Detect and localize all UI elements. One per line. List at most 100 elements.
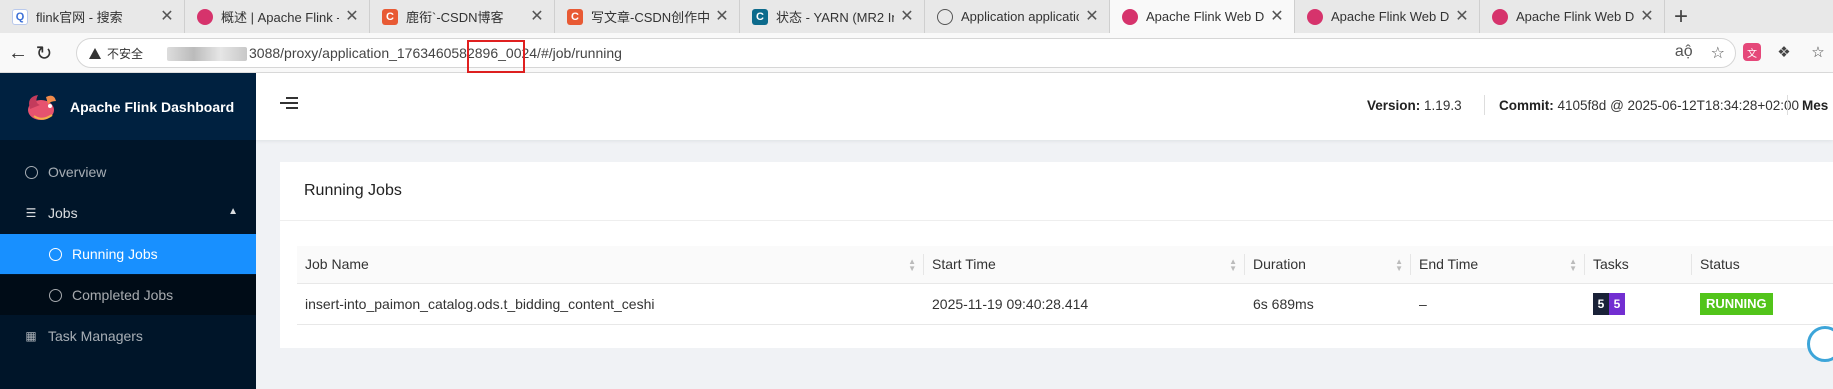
sidebar-item-label: Overview bbox=[48, 164, 107, 180]
column-label: Tasks bbox=[1593, 256, 1629, 273]
browser-tab[interactable]: Apache Flink Web Dash ✕ bbox=[1295, 0, 1480, 33]
close-icon[interactable]: ✕ bbox=[343, 7, 361, 25]
column-header-end-time[interactable]: End Time ▲ ▼ bbox=[1411, 246, 1585, 284]
tab-title: flink官网 - 搜索 bbox=[36, 10, 123, 25]
browser-tab-strip: Qflink官网 - 搜索 ✕ 概述 | Apache Flink --- ✕ C 鹿衔… bbox=[0, 0, 1833, 33]
translate-extension-icon[interactable]: 文 bbox=[1743, 43, 1761, 61]
sort-icon[interactable]: ▲ ▼ bbox=[1569, 258, 1577, 273]
close-icon[interactable]: ✕ bbox=[1638, 7, 1656, 25]
column-header-job-name[interactable]: Job Name ▲ ▼ bbox=[297, 246, 924, 284]
extensions-puzzle-icon[interactable]: ❖ bbox=[1772, 40, 1796, 64]
browser-tab[interactable]: Qflink官网 - 搜索 ✕ bbox=[0, 0, 185, 33]
new-tab-plus-icon[interactable]: + bbox=[1665, 0, 1697, 33]
tab-title: Apache Flink Web Dash bbox=[1516, 9, 1634, 24]
sort-icon[interactable]: ▲ ▼ bbox=[1395, 258, 1403, 273]
running-jobs-table: Job Name ▲ ▼ Start Time ▲ ▼ Duration ▲ ▼ End T… bbox=[297, 246, 1833, 325]
column-label: End Time bbox=[1419, 256, 1479, 273]
message-label: Mes bbox=[1802, 98, 1829, 113]
url-annotation-box bbox=[467, 40, 525, 73]
browser-tab[interactable]: Application application ✕ bbox=[925, 0, 1110, 33]
sidebar-item-label: Running Jobs bbox=[72, 246, 158, 262]
tab-title: Apache Flink Web Dash bbox=[1146, 9, 1264, 24]
column-header-tasks: Tasks bbox=[1585, 246, 1692, 284]
task-running-badge: 5 bbox=[1609, 292, 1625, 315]
close-icon[interactable]: ✕ bbox=[528, 7, 546, 25]
address-bar[interactable]: 不安全 3088/proxy/application_1763460582896… bbox=[76, 38, 1736, 68]
check-circle-icon bbox=[48, 288, 62, 302]
flink-dashboard: Apache Flink Dashboard Overview ☰ Jobs ▲… bbox=[0, 73, 1833, 389]
browser-tab[interactable]: Apache Flink Web Dash ✕ bbox=[1480, 0, 1665, 33]
browser-tab[interactable]: Apache Flink Web Dash ✕ bbox=[1110, 0, 1295, 33]
sidebar-logo[interactable]: Apache Flink Dashboard bbox=[0, 73, 256, 140]
commit-label: Commit: bbox=[1499, 98, 1554, 113]
top-header: Version: 1.19.3 Commit: 4105f8d @ 2025-0… bbox=[256, 73, 1833, 140]
sidebar-item-overview[interactable]: Overview bbox=[0, 152, 256, 192]
sidebar-item-label: Completed Jobs bbox=[72, 287, 174, 303]
url-text[interactable]: 3088/proxy/application_1763460582896_002… bbox=[167, 44, 622, 62]
message-info[interactable]: Mes bbox=[1802, 98, 1828, 113]
close-icon[interactable]: ✕ bbox=[1083, 7, 1101, 25]
favorite-star-icon[interactable]: ☆ bbox=[1711, 43, 1725, 63]
url-path-end: /job/running bbox=[548, 44, 622, 61]
security-indicator[interactable]: 不安全 bbox=[77, 45, 143, 62]
favorites-bar-icon[interactable]: ☆ bbox=[1806, 40, 1830, 64]
close-icon[interactable]: ✕ bbox=[158, 7, 176, 25]
column-label: Duration bbox=[1253, 256, 1306, 273]
flink-squirrel-icon bbox=[1492, 9, 1508, 25]
version-value: 1.19.3 bbox=[1424, 98, 1462, 113]
flink-squirrel-logo bbox=[24, 89, 60, 125]
yarn-icon: C bbox=[752, 9, 768, 25]
table-header-row: Job Name ▲ ▼ Start Time ▲ ▼ Duration ▲ ▼ End T… bbox=[297, 246, 1833, 284]
column-label: Start Time bbox=[932, 256, 996, 273]
browser-tab[interactable]: C 鹿衔`-CSDN博客 ✕ bbox=[370, 0, 555, 33]
read-aloud-icon[interactable]: aộ bbox=[1675, 43, 1693, 63]
browser-tab[interactable]: C 状态 - YARN (MR2 Inclu ✕ bbox=[740, 0, 925, 33]
browser-tab[interactable]: C 写文章-CSDN创作中心 ✕ bbox=[555, 0, 740, 33]
sidebar-item-completed-jobs[interactable]: Completed Jobs bbox=[0, 275, 256, 315]
column-label: Job Name bbox=[305, 256, 369, 273]
divider bbox=[280, 220, 1833, 221]
sidebar-item-task-managers[interactable]: ▦ Task Managers bbox=[0, 316, 256, 356]
tab-title: 状态 - YARN (MR2 Inclu bbox=[776, 10, 894, 25]
menu-fold-icon[interactable] bbox=[280, 97, 298, 111]
task-total-badge: 5 bbox=[1593, 292, 1609, 315]
list-icon: ☰ bbox=[25, 206, 37, 220]
job-name-cell[interactable]: insert-into_paimon_catalog.ods.t_bidding… bbox=[297, 283, 924, 325]
sort-icon[interactable]: ▲ ▼ bbox=[1229, 258, 1237, 273]
browser-toolbar: ← ↻ 不安全 3088/proxy/application_176346058… bbox=[0, 33, 1833, 73]
column-header-start-time[interactable]: Start Time ▲ ▼ bbox=[924, 246, 1245, 284]
version-info: Version: 1.19.3 bbox=[1367, 98, 1462, 113]
status-badge: RUNNING bbox=[1700, 292, 1773, 315]
header-divider bbox=[1484, 95, 1485, 115]
floating-assistant-icon[interactable] bbox=[1807, 326, 1833, 362]
sort-icon[interactable]: ▲ ▼ bbox=[908, 258, 916, 273]
sidebar-item-jobs[interactable]: ☰ Jobs ▲ bbox=[0, 193, 256, 233]
chevron-up-icon: ▲ bbox=[228, 206, 238, 217]
close-icon[interactable]: ✕ bbox=[1268, 7, 1286, 25]
tab-title: 概述 | Apache Flink --- bbox=[221, 10, 339, 25]
running-jobs-card: Running Jobs Job Name ▲ ▼ Start Time ▲ ▼ Dur… bbox=[280, 162, 1833, 362]
task-badges: 55 bbox=[1593, 292, 1625, 315]
commit-value: 4105f8d @ 2025-06-12T18:34:28+02:00 bbox=[1557, 98, 1800, 113]
column-label: Status bbox=[1700, 256, 1740, 273]
version-label: Version: bbox=[1367, 98, 1421, 113]
duration-cell: 6s 689ms bbox=[1245, 283, 1411, 325]
flink-squirrel-icon bbox=[197, 9, 213, 25]
end-time-cell: – bbox=[1411, 283, 1585, 325]
column-header-duration[interactable]: Duration ▲ ▼ bbox=[1245, 246, 1411, 284]
flink-squirrel-icon bbox=[1122, 9, 1138, 25]
cluster-icon: ▦ bbox=[25, 329, 37, 343]
close-icon[interactable]: ✕ bbox=[898, 7, 916, 25]
flink-squirrel-icon bbox=[1307, 9, 1323, 25]
back-arrow-icon[interactable]: ← bbox=[4, 39, 32, 67]
table-row[interactable]: insert-into_paimon_catalog.ods.t_bidding… bbox=[297, 283, 1833, 325]
close-icon[interactable]: ✕ bbox=[1453, 7, 1471, 25]
status-cell: RUNNING bbox=[1692, 283, 1833, 325]
reload-icon[interactable]: ↻ bbox=[30, 39, 58, 67]
commit-info: Commit: 4105f8d @ 2025-06-12T18:34:28+02… bbox=[1499, 98, 1799, 113]
sidebar-item-running-jobs[interactable]: Running Jobs bbox=[0, 234, 256, 274]
close-icon[interactable]: ✕ bbox=[713, 7, 731, 25]
sidebar-item-label: Jobs bbox=[48, 205, 78, 221]
column-header-status[interactable]: Status bbox=[1692, 246, 1833, 284]
browser-tab[interactable]: 概述 | Apache Flink --- ✕ bbox=[185, 0, 370, 33]
